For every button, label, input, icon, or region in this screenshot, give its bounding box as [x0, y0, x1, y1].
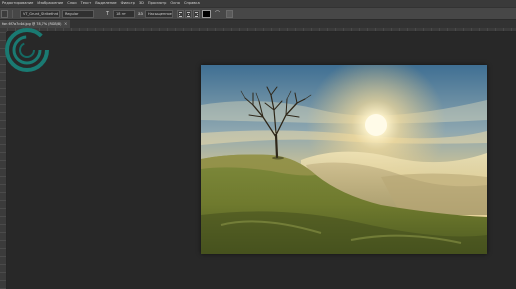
options-divider [12, 10, 13, 18]
menu-bar: Редактирование Изображение Слои Текст Вы… [0, 0, 516, 7]
align-center-button[interactable] [185, 10, 192, 18]
text-tool-icon[interactable] [1, 10, 8, 18]
menu-image[interactable]: Изображение [37, 0, 63, 7]
menu-type[interactable]: Текст [81, 0, 92, 7]
font-size-icon: T [106, 11, 110, 17]
menu-3d[interactable]: 3D [139, 0, 144, 7]
antialias-select[interactable]: Насыщенное [145, 10, 173, 18]
menu-layers[interactable]: Слои [67, 0, 76, 7]
menu-filter[interactable]: Фильтр [121, 0, 135, 7]
align-left-button[interactable] [177, 10, 184, 18]
document-canvas-image[interactable] [201, 65, 487, 254]
font-size-select[interactable]: 18 пт [113, 10, 135, 18]
menu-window[interactable]: Окно [170, 0, 180, 7]
warp-text-icon[interactable]: ⌒ [215, 10, 222, 18]
options-bar: VT_Grunt_Strikethrd Regular T 18 пт aa Н… [0, 7, 516, 20]
menu-help[interactable]: Справка [184, 0, 200, 7]
document-tab-label: fon 6f7a7c4d.jpg @ 78,7% (RGB/8) [2, 22, 62, 26]
text-color-swatch[interactable] [202, 10, 211, 18]
close-icon[interactable]: × [64, 20, 67, 28]
font-family-select[interactable]: VT_Grunt_Strikethrd [20, 10, 60, 18]
menu-select[interactable]: Выделение [95, 0, 116, 7]
document-tab-bar: fon 6f7a7c4d.jpg @ 78,7% (RGB/8) × [0, 20, 516, 28]
antialias-icon: aa [138, 11, 143, 16]
menu-view[interactable]: Просмотр [148, 0, 166, 7]
menu-edit[interactable]: Редактирование [2, 0, 33, 7]
loading-spinner-icon [5, 28, 49, 72]
character-panel-icon[interactable] [226, 10, 233, 18]
horizontal-ruler[interactable] [7, 28, 516, 32]
font-style-select[interactable]: Regular [62, 10, 94, 18]
align-right-button[interactable] [193, 10, 200, 18]
